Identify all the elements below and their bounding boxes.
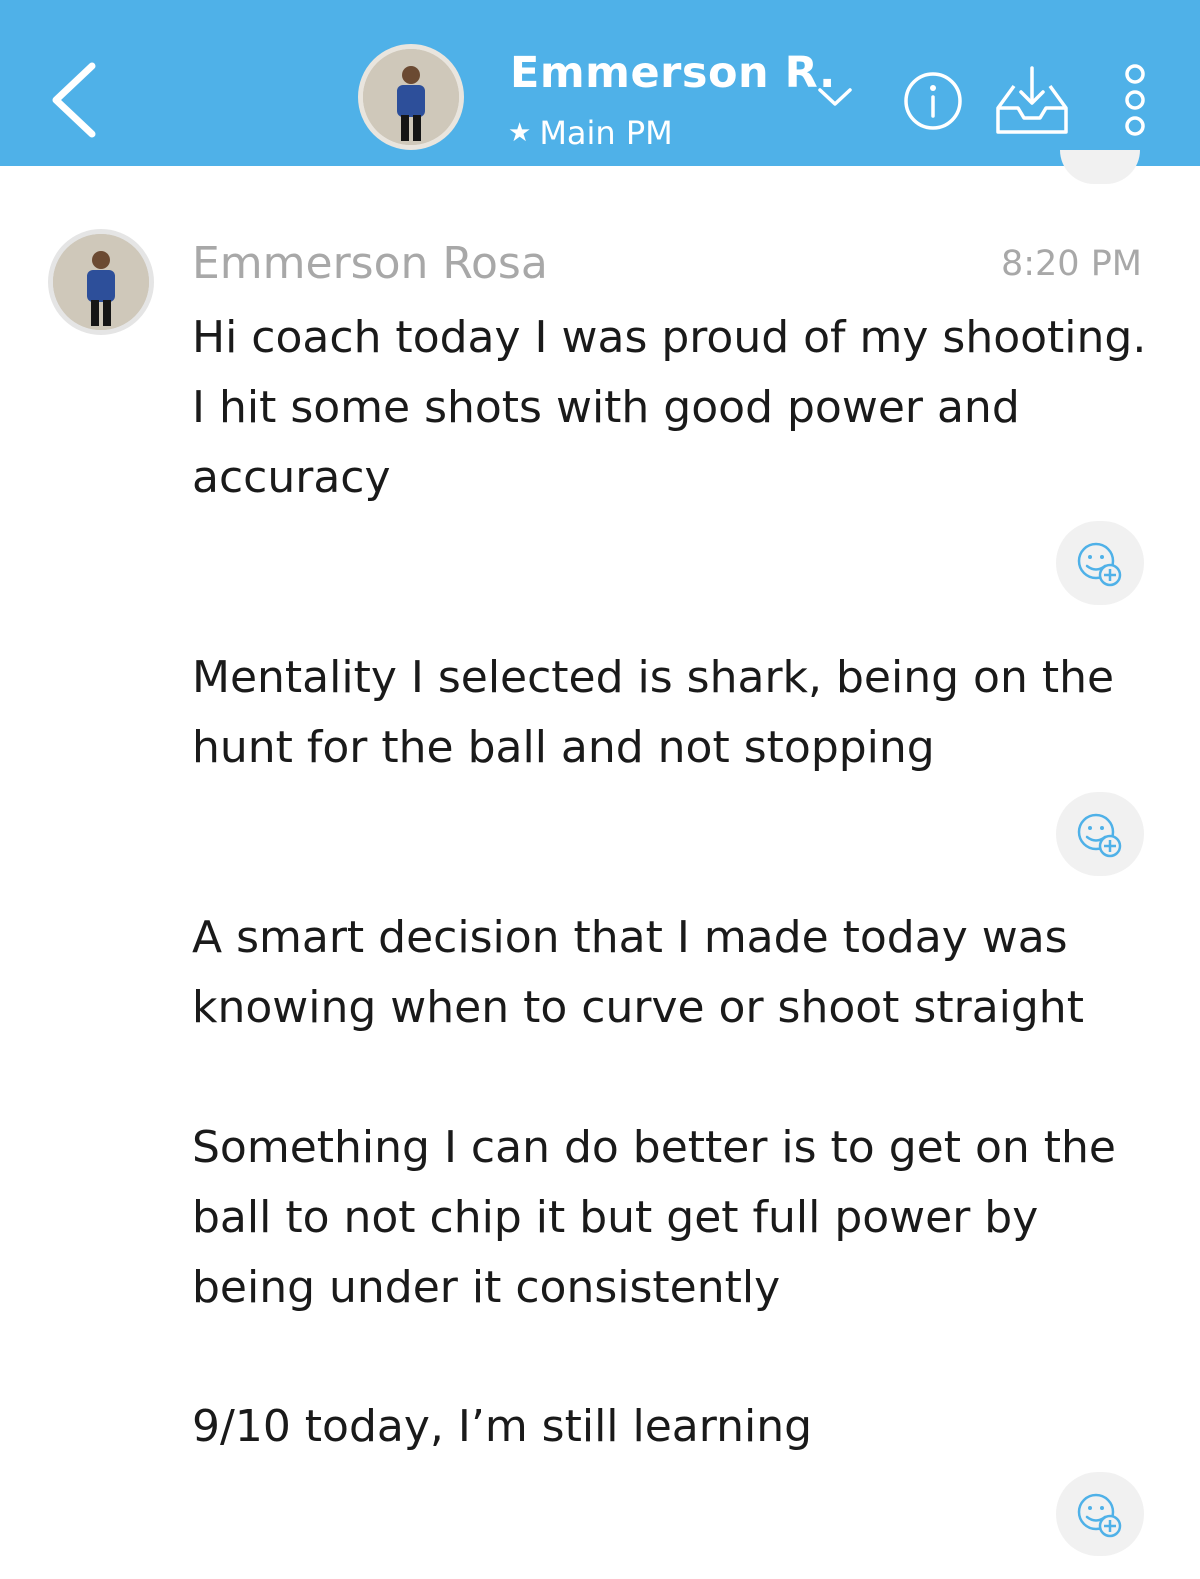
chat-header: Emmerson R. ★ Main PM — [0, 0, 1200, 166]
message-text: Something I can do better is to get on t… — [192, 1122, 1116, 1313]
add-reaction-icon — [1077, 1493, 1122, 1538]
sender-avatar[interactable] — [48, 229, 154, 335]
message-text: 9/10 today, I’m still learning — [192, 1401, 813, 1452]
previous-reaction-button[interactable] — [1060, 150, 1140, 184]
add-reaction-button[interactable] — [1056, 1472, 1144, 1556]
message-text: Mentality I selected is shark, being on … — [192, 652, 1115, 773]
info-icon — [904, 72, 962, 130]
message-timestamp: 8:20 PM — [1000, 244, 1142, 284]
add-reaction-button[interactable] — [1056, 521, 1144, 605]
inbox-download-icon — [996, 66, 1068, 134]
info-button[interactable] — [902, 70, 964, 132]
add-reaction-icon — [1077, 813, 1122, 858]
sender-name: Emmerson Rosa — [192, 238, 548, 289]
back-chevron-icon — [52, 62, 96, 138]
chevron-down-icon[interactable] — [814, 84, 856, 110]
contact-avatar[interactable] — [358, 44, 464, 150]
conversation-type-label: Main PM — [539, 114, 673, 152]
add-reaction-icon — [1077, 542, 1122, 587]
contact-name[interactable]: Emmerson R. — [510, 48, 836, 98]
conversation-subtitle: ★ Main PM — [508, 114, 673, 152]
message-text: A smart decision that I made today was k… — [192, 912, 1084, 1033]
more-options-button[interactable] — [1120, 62, 1150, 138]
more-vertical-icon — [1125, 64, 1145, 136]
star-icon: ★ — [508, 118, 532, 148]
message-text: Hi coach today I was proud of my shootin… — [192, 312, 1147, 503]
add-reaction-button[interactable] — [1056, 792, 1144, 876]
inbox-button[interactable] — [994, 64, 1070, 138]
back-button[interactable] — [40, 52, 110, 142]
